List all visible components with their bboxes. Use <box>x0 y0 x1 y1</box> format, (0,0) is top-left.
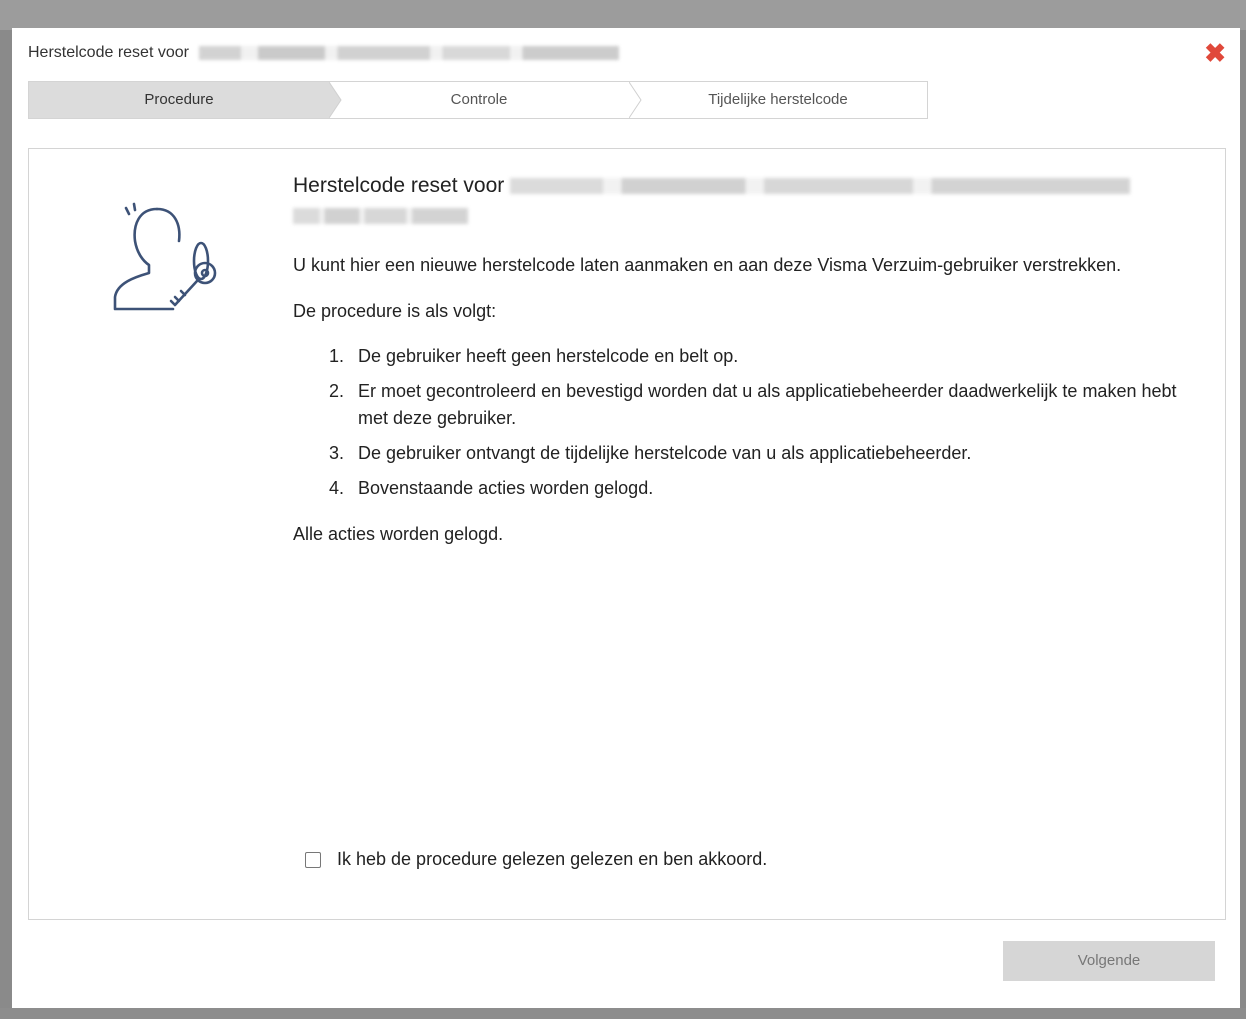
close-icon[interactable]: ✖ <box>1204 40 1226 66</box>
dialog-title: Herstelcode reset voor <box>28 44 620 62</box>
redacted-user-name <box>510 178 1131 195</box>
list-item: 2. Er moet gecontroleerd en bevestigd wor… <box>293 378 1193 432</box>
procedure-panel: Herstelcode reset voor U kunt hier een n… <box>28 148 1226 920</box>
user-key-icon <box>113 202 217 311</box>
list-item-number: 3. <box>329 443 345 463</box>
list-item: 3. De gebruiker ontvangt de tijdelijke he… <box>293 440 1193 467</box>
step-separator-icon <box>329 82 342 118</box>
step-separator-icon <box>629 82 642 118</box>
background-header <box>0 0 1246 30</box>
closing-text: Alle acties worden gelogd. <box>293 524 504 544</box>
list-item-number: 1. <box>329 346 345 366</box>
redacted-user-name <box>199 45 620 60</box>
procedure-heading-text: Herstelcode reset voor <box>293 174 505 197</box>
procedure-intro: De procedure is als volgt: <box>293 301 497 321</box>
step-tijdelijke-herstelcode: Tijdelijke herstelcode <box>708 91 848 108</box>
list-item-text: De gebruiker ontvangt de tijdelijke hers… <box>358 443 972 463</box>
procedure-body: Herstelcode reset voor U kunt hier een n… <box>293 171 1193 548</box>
list-item-text: Er moet gecontroleerd en bevestigd worde… <box>358 381 1177 428</box>
background-footer <box>0 1008 1246 1019</box>
wizard-steps: Procedure Controle Tijdelijke herstelcod… <box>28 81 928 119</box>
step-procedure: Procedure <box>29 82 329 118</box>
accept-label: Ik heb de procedure gelezen gelezen en b… <box>337 849 768 869</box>
list-item-number: 4. <box>329 478 345 498</box>
step-controle: Controle <box>450 91 508 108</box>
list-item-text: Bovenstaande acties worden gelogd. <box>358 478 654 498</box>
intro-text: U kunt hier een nieuwe herstelcode laten… <box>293 255 1122 275</box>
procedure-heading: Herstelcode reset voor <box>293 171 1193 231</box>
dialog-title-text: Herstelcode reset voor <box>28 44 189 61</box>
reset-dialog: Herstelcode reset voor ✖ Procedure Contr… <box>12 28 1240 1008</box>
list-item-number: 2. <box>329 381 345 401</box>
list-item: 1. De gebruiker heeft geen herstelcode en… <box>293 343 1193 370</box>
procedure-steps-list: 1. De gebruiker heeft geen herstelcode en… <box>293 343 1193 502</box>
accept-procedure[interactable]: Ik heb de procedure gelezen gelezen en b… <box>305 849 767 870</box>
list-item-text: De gebruiker heeft geen herstelcode en b… <box>358 346 739 366</box>
next-button[interactable]: Volgende <box>1003 941 1215 981</box>
redacted-user-email <box>293 208 468 225</box>
accept-checkbox[interactable] <box>305 851 321 868</box>
list-item: 4. Bovenstaande acties worden gelogd. <box>293 475 1193 502</box>
